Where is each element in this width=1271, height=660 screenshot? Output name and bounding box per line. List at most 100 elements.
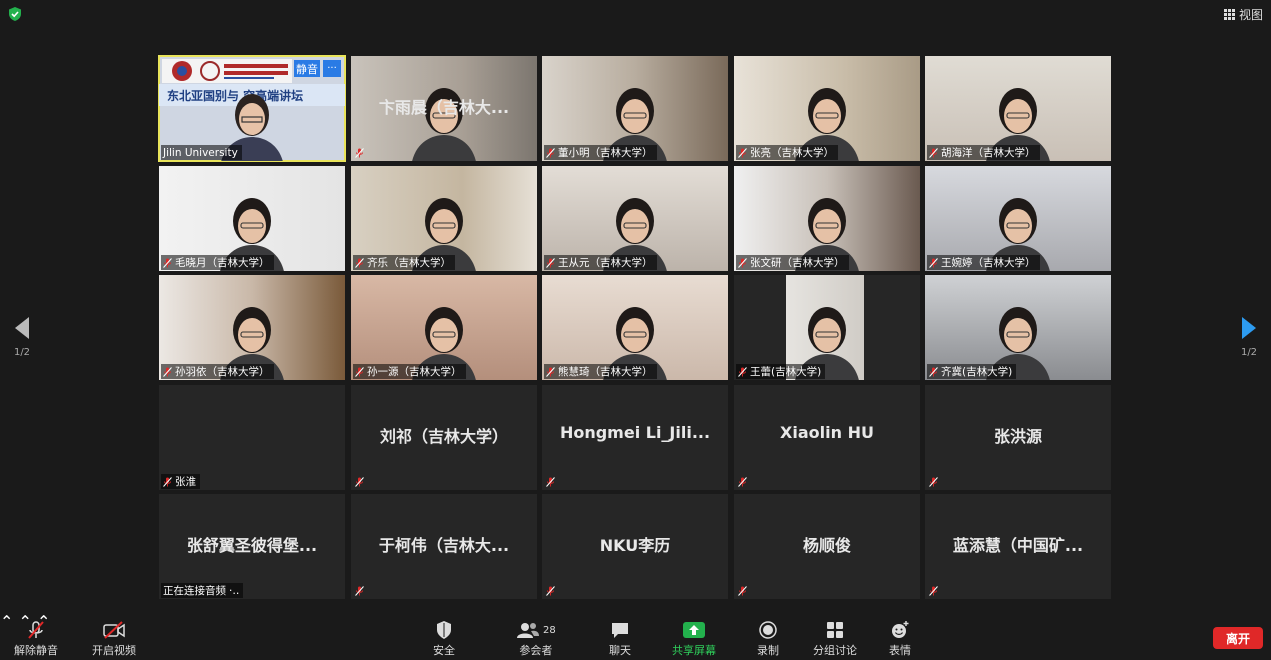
participant-label (927, 583, 945, 598)
video-tile[interactable]: 王从元（吉林大学） (542, 166, 728, 271)
chat-button[interactable]: 聊天 (609, 620, 631, 658)
audio-options-caret[interactable]: ⌃ (0, 612, 13, 631)
participant-label: 齐乐（吉林大学） (353, 255, 455, 270)
participant-name: 王婉婷（吉林大学） (941, 257, 1036, 269)
share-screen-button[interactable]: 共享屏幕 (672, 620, 716, 658)
participant-display-name: 刘祁（吉林大学） (379, 427, 508, 446)
participant-name: Jilin University (163, 146, 238, 159)
security-button[interactable]: 安全 (433, 620, 455, 658)
share-screen-label: 共享屏幕 (672, 644, 716, 657)
microphone-muted-icon (929, 147, 938, 158)
participant-label: 张亮（吉林大学） (736, 145, 838, 160)
participant-label (927, 474, 945, 489)
microphone-muted-icon (738, 476, 747, 487)
chevron-left-icon (15, 317, 29, 339)
participant-name: 齐冀(吉林大学) (941, 366, 1013, 378)
host-slide-logo (162, 59, 292, 83)
video-tile[interactable]: 孙羽依（吉林大学） (159, 275, 345, 380)
camera-off-icon (103, 621, 125, 639)
participant-name: 毛晓月（吉林大学） (175, 257, 270, 269)
video-tile[interactable]: 张文研（吉林大学） (734, 166, 920, 271)
participant-display-name: 张洪源 (993, 427, 1042, 446)
breakout-rooms-icon (827, 622, 843, 638)
shield-icon (437, 621, 451, 639)
participant-name: 王蕾(吉林大学) (750, 366, 822, 378)
participant-display-name: 蓝添慧（中国矿... (952, 536, 1084, 555)
security-label: 安全 (433, 644, 455, 657)
participant-label (353, 474, 371, 489)
start-video-button[interactable]: 开启视频 (92, 620, 136, 658)
security-shield-icon (9, 7, 21, 21)
participant-label: 张文研（吉林大学） (736, 255, 849, 270)
video-tile[interactable]: 熊慧琦（吉林大学） (542, 275, 728, 380)
video-tile[interactable]: 刘祁（吉林大学） (351, 385, 537, 490)
participant-display-name: 张舒翼圣彼得堡... (186, 536, 318, 555)
video-tile[interactable]: 董小明（吉林大学） (542, 56, 728, 161)
meeting-toolbar: 解除静音 ⌃ 开启视频 安全 28 参会者 ⌃ 聊天 共享屏幕 ⌃ 录制 分组讨… (0, 612, 1271, 660)
mute-participant-button[interactable]: 静音 (294, 60, 320, 77)
microphone-muted-icon (163, 257, 172, 268)
participant-display-name: 卞雨晨（吉林大... (378, 98, 510, 117)
microphone-muted-icon (738, 257, 747, 268)
video-tile[interactable]: 卞雨晨（吉林大... (351, 56, 537, 161)
microphone-muted-icon (546, 257, 555, 268)
record-button[interactable]: 录制 (757, 620, 779, 658)
video-grid: 静音 ··· 东北亚国别与 究高端讲坛 Jilin University 卞雨晨… (158, 55, 1112, 601)
participant-label (353, 145, 371, 160)
microphone-muted-icon (546, 476, 555, 487)
participant-label (736, 474, 754, 489)
video-tile[interactable]: 齐冀(吉林大学) (925, 275, 1111, 380)
participants-icon (517, 623, 539, 638)
participant-name: 张淮 (175, 476, 196, 488)
participant-name: 王从元（吉林大学） (558, 257, 653, 269)
video-tile[interactable]: 张洪源 (925, 385, 1111, 490)
video-tile[interactable]: 于柯伟（吉林大... (351, 494, 537, 599)
video-tile[interactable]: 杨顺俊 (734, 494, 920, 599)
reactions-button[interactable]: 表情 (889, 620, 911, 658)
breakout-rooms-label: 分组讨论 (813, 644, 857, 657)
video-tile[interactable]: 王婉婷（吉林大学） (925, 166, 1111, 271)
prev-page[interactable]: 1/2 (12, 317, 32, 358)
participant-name: 胡海洋（吉林大学） (941, 147, 1036, 159)
video-tile[interactable]: 孙一源（吉林大学） (351, 275, 537, 380)
video-tile[interactable]: 张舒翼圣彼得堡... 正在连接音频 ·‥ (159, 494, 345, 599)
view-label: 视图 (1238, 7, 1263, 22)
participant-name: 董小明（吉林大学） (558, 147, 653, 159)
leave-meeting-button[interactable]: 离开 (1213, 627, 1263, 649)
video-tile[interactable]: 张淮 (159, 385, 345, 490)
top-bar: 视图 (0, 0, 1271, 28)
next-page[interactable]: 1/2 (1239, 317, 1259, 358)
participant-display-name: 于柯伟（吉林大... (378, 536, 510, 555)
video-tile[interactable]: 齐乐（吉林大学） (351, 166, 537, 271)
participants-button[interactable]: 28 参会者 (516, 620, 556, 658)
microphone-muted-icon (355, 476, 364, 487)
video-tile[interactable]: 张亮（吉林大学） (734, 56, 920, 161)
record-icon (759, 621, 777, 639)
video-tile[interactable]: 毛晓月（吉林大学） (159, 166, 345, 271)
video-tile[interactable]: 王蕾(吉林大学) (734, 275, 920, 380)
prev-page-label: 1/2 (13, 347, 31, 358)
video-tile[interactable]: Xiaolin HU (734, 385, 920, 490)
participants-count: 28 (543, 624, 556, 636)
chat-label: 聊天 (609, 644, 631, 657)
view-button[interactable]: 视图 (1223, 5, 1263, 23)
microphone-muted-icon (355, 585, 364, 596)
start-video-label: 开启视频 (92, 644, 136, 657)
video-tile[interactable]: 胡海洋（吉林大学） (925, 56, 1111, 161)
participant-label: 正在连接音频 ·‥ (161, 583, 244, 598)
university-logo-icon (172, 61, 288, 81)
unmute-button[interactable]: 解除静音 (14, 620, 58, 658)
video-tile[interactable]: 蓝添慧（中国矿... (925, 494, 1111, 599)
breakout-rooms-button[interactable]: 分组讨论 (813, 620, 857, 658)
video-tile-host[interactable]: 静音 ··· 东北亚国别与 究高端讲坛 Jilin University (158, 55, 346, 162)
microphone-muted-icon (546, 366, 555, 377)
video-tile[interactable]: Hongmei Li_Jili... (542, 385, 728, 490)
microphone-muted-icon (929, 476, 938, 487)
more-options-button[interactable]: ··· (323, 60, 341, 77)
participant-label (353, 583, 371, 598)
grid-view-icon (1223, 8, 1235, 20)
video-tile[interactable]: NKU李历 (542, 494, 728, 599)
participant-label: 王从元（吉林大学） (544, 255, 657, 270)
participant-label (544, 474, 562, 489)
chat-bubble-icon (612, 623, 628, 638)
